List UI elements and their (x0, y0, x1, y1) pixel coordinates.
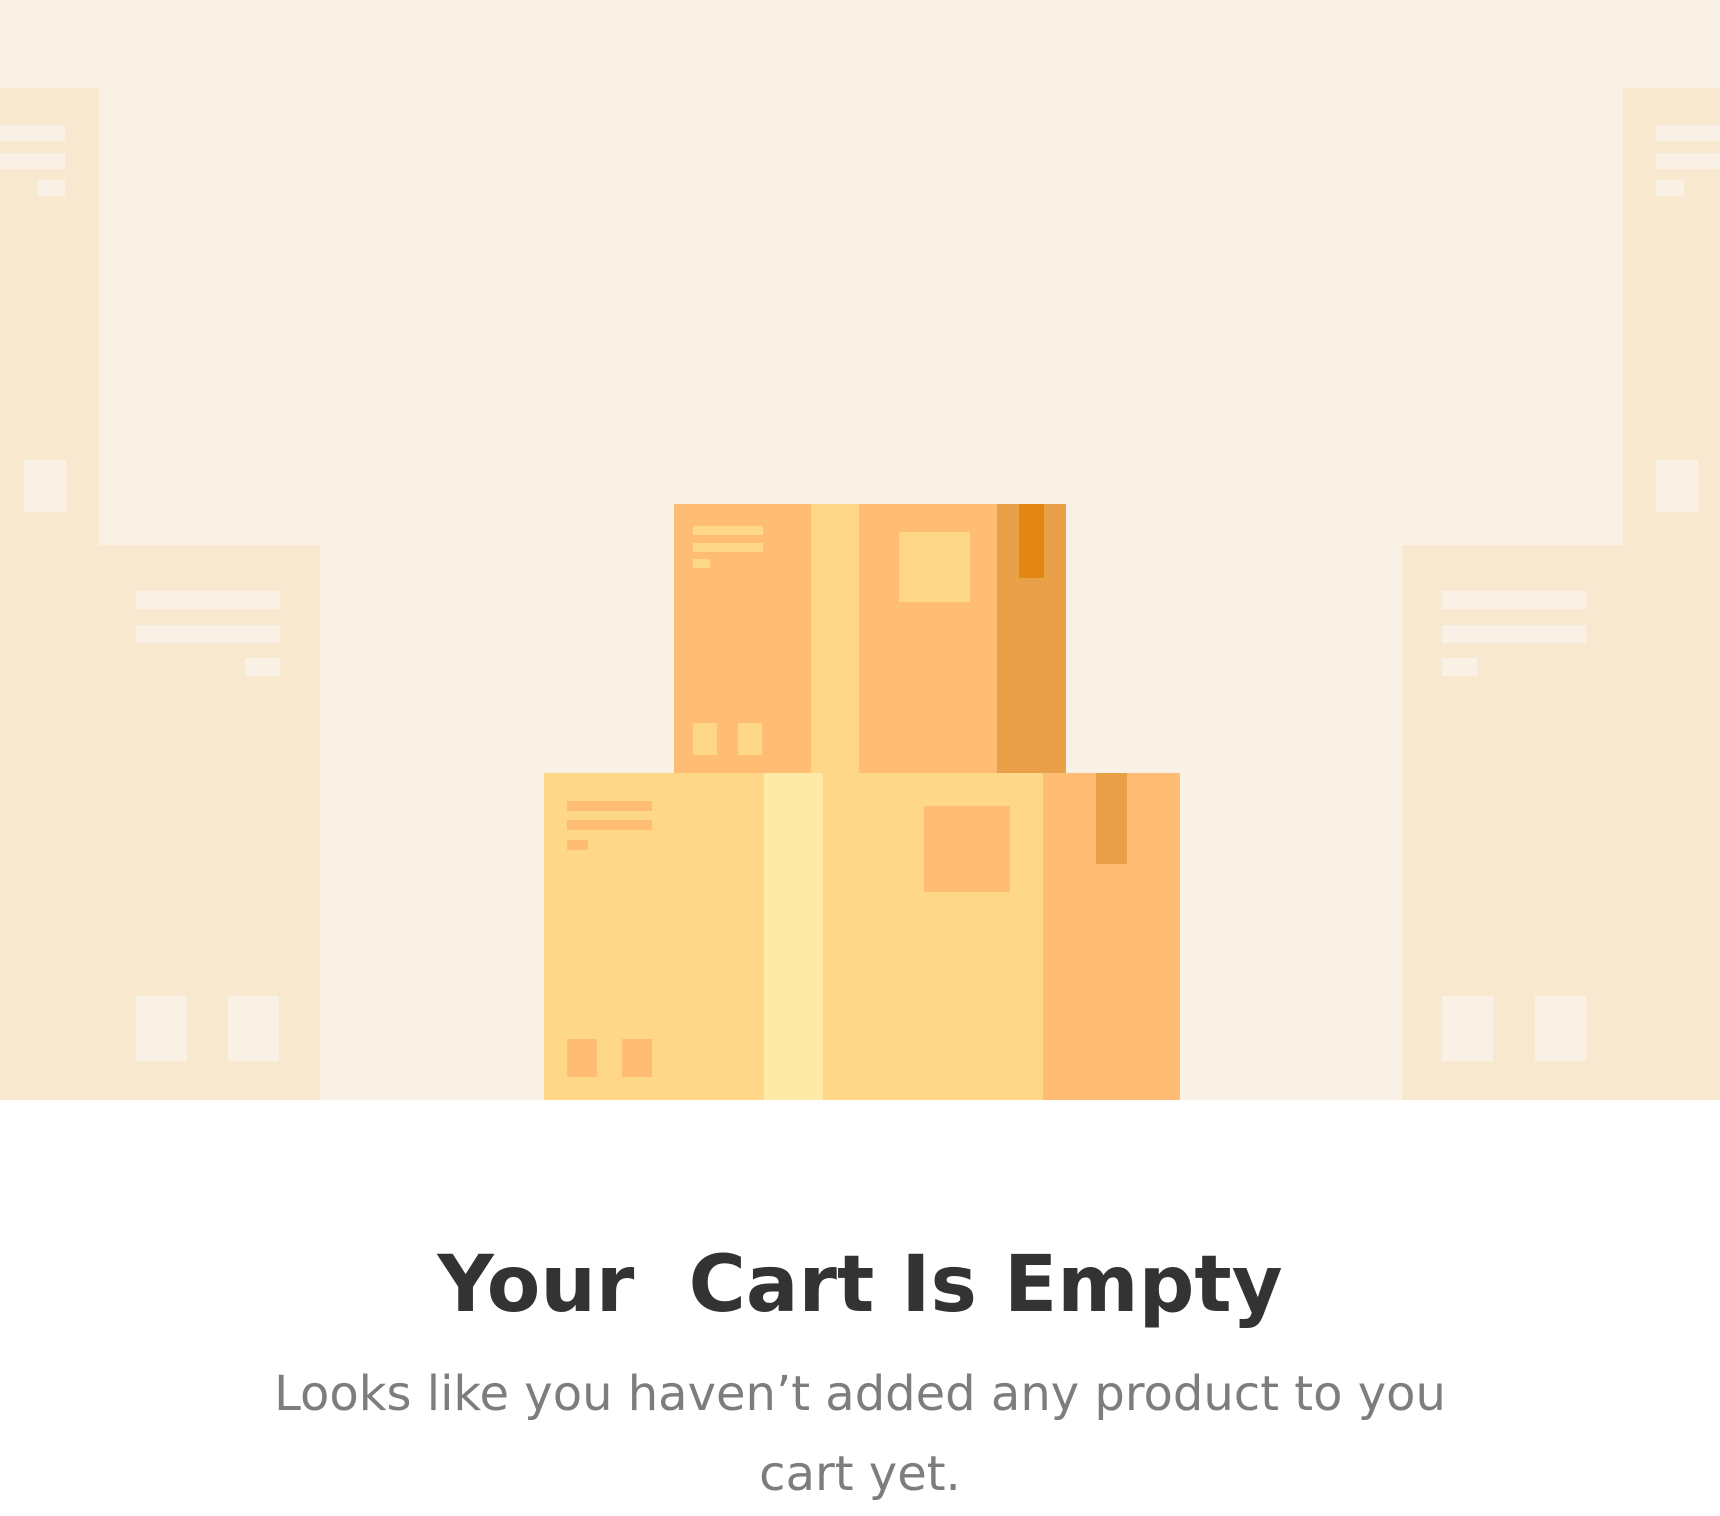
empty-cart-title: Your Cart Is Empty (437, 1240, 1283, 1330)
left-building (0, 88, 320, 1100)
bottom-box (544, 773, 1180, 1100)
empty-cart-message-block: Your Cart Is Empty Looks like you haven’… (0, 1230, 1720, 1514)
empty-cart-illustration (0, 0, 1720, 1100)
boxes-icon (0, 88, 1720, 1100)
right-building (1402, 88, 1720, 1100)
top-box (674, 504, 1066, 774)
empty-cart-description: Looks like you haven’t added any product… (274, 1366, 1446, 1502)
